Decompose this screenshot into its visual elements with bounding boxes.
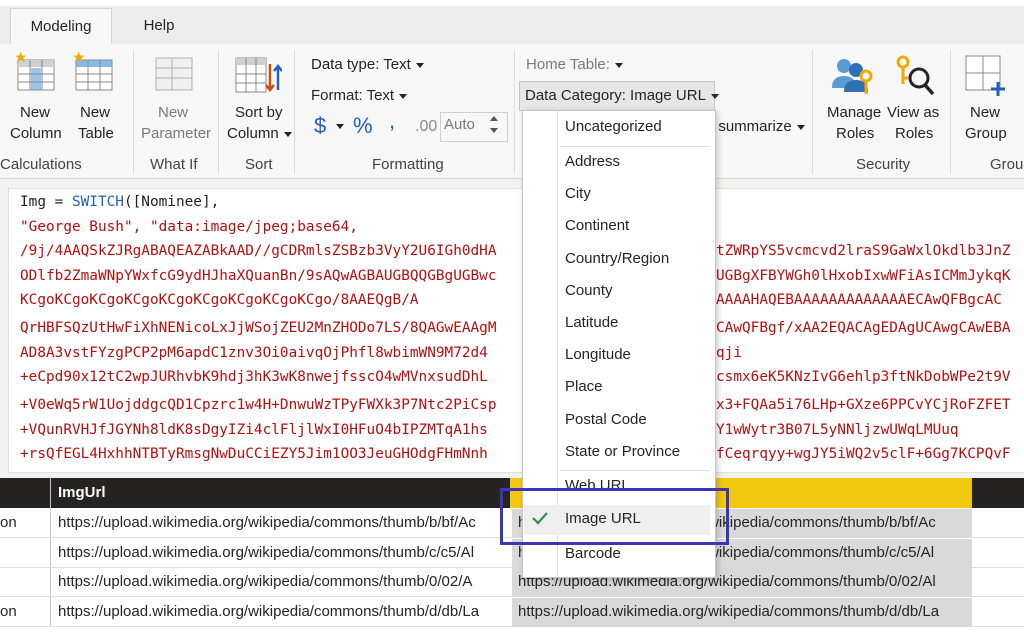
table-cell: on bbox=[0, 514, 17, 531]
view-as-roles-label-2: Roles bbox=[895, 125, 934, 142]
table-cell: https://upload.wikimedia.org/wikipedia/c… bbox=[58, 544, 475, 561]
menu-item-postal-code[interactable]: Postal Code bbox=[565, 411, 647, 428]
view-as-roles-icon[interactable] bbox=[893, 54, 937, 103]
menu-item-continent[interactable]: Continent bbox=[565, 217, 629, 234]
new-table-label-2: Table bbox=[78, 125, 114, 142]
menu-item-state-or-province[interactable]: State or Province bbox=[565, 443, 680, 460]
ribbon-separator bbox=[294, 50, 295, 174]
formula-line-right: fCeqrqyy+wgJY5iWQ2v5clF+6Gg7KCPQvF bbox=[716, 446, 1011, 462]
group-formatting: Formatting bbox=[372, 156, 444, 173]
group-calculations: Calculations bbox=[0, 156, 82, 173]
menu-item-place[interactable]: Place bbox=[565, 378, 603, 395]
data-category-label: Data Category: Image URL bbox=[525, 87, 719, 104]
ribbon-separator bbox=[218, 50, 219, 174]
data-type-dropdown[interactable]: Data type: Text bbox=[311, 56, 424, 73]
new-table-label-1: New bbox=[80, 104, 111, 121]
formula-line: +VQunRVHJfJGYNh8ldK8sDgyIZi4clFljlWxI0HF… bbox=[20, 422, 488, 438]
formula-line-right: UGBgXFBYWGh0lHxobIxwWFiAsICMmJykqK bbox=[716, 268, 1011, 284]
menu-separator bbox=[560, 470, 710, 471]
new-group-icon[interactable] bbox=[964, 54, 1008, 103]
new-column-icon[interactable] bbox=[14, 50, 58, 99]
highlight-annotation-box bbox=[500, 488, 729, 545]
group-sort: Sort bbox=[245, 156, 273, 173]
new-parameter-label-1: New bbox=[158, 104, 189, 121]
table-cell: https://upload.wikimedia.org/wikipedia/c… bbox=[518, 603, 940, 620]
sort-by-column-label-2[interactable]: Column bbox=[227, 125, 292, 142]
formula-line: KCgoKCgoKCgoKCgoKCgoKCgoKCgoKCgoKCgo/8AA… bbox=[20, 292, 419, 308]
group-what-if: What If bbox=[150, 156, 198, 173]
menu-item-longitude[interactable]: Longitude bbox=[565, 346, 631, 363]
new-group-label-2: Group bbox=[965, 125, 1007, 142]
menu-item-country-region[interactable]: Country/Region bbox=[565, 250, 669, 267]
ribbon-separator bbox=[950, 50, 951, 174]
formula-line: QrHBFSQzUtHwFiXhNENicoLxJjWSojZEU2MnZHOD… bbox=[20, 320, 497, 336]
new-column-label-1: New bbox=[20, 104, 51, 121]
table-cell: https://upload.wikimedia.org/wikipedia/c… bbox=[58, 603, 480, 620]
tab-help[interactable]: Help bbox=[130, 8, 188, 44]
menu-separator bbox=[560, 146, 710, 147]
menu-item-barcode[interactable]: Barcode bbox=[565, 545, 621, 562]
new-table-icon[interactable] bbox=[72, 50, 116, 99]
group-security: Security bbox=[856, 156, 911, 173]
menu-item-latitude[interactable]: Latitude bbox=[565, 314, 618, 331]
formula-line-right: Y1wWytr3B07L5yNNljzwUWqLMUuq bbox=[716, 422, 959, 438]
new-group-label-1: New bbox=[970, 104, 1001, 121]
currency-chevron-down-icon[interactable] bbox=[336, 124, 344, 129]
formula-function: SWITCH bbox=[71, 194, 124, 210]
new-parameter-icon bbox=[152, 50, 196, 99]
menu-item-address[interactable]: Address bbox=[565, 153, 620, 170]
formula-line-right: CAwQFBgf/xAA2EQACAgEDAgUCAwgCAwEBA bbox=[716, 320, 1011, 336]
table-cell: https://upload.wikimedia.org/wikipedia/c… bbox=[58, 514, 476, 531]
ribbon-separator bbox=[133, 50, 134, 174]
comma-format-button[interactable]: , bbox=[389, 108, 395, 134]
formula-line-1: Img = SWITCH([Nominee], bbox=[20, 192, 219, 212]
formula-args: ([Nominee], bbox=[123, 194, 220, 210]
formula-measure-name: Img = bbox=[20, 194, 72, 210]
formula-line: +rsQfEGL4HxhhNTBTyRmsgNwDuCCiEZY5Jim1OO3… bbox=[20, 446, 488, 462]
sort-by-column-icon[interactable] bbox=[234, 54, 283, 103]
menu-item-uncategorized[interactable]: Uncategorized bbox=[565, 118, 662, 135]
decimal-auto-value: Auto bbox=[444, 116, 475, 133]
table-row-partial bbox=[0, 627, 1024, 638]
group-groups: Grou bbox=[990, 156, 1024, 173]
formula-line: +eCpd90x12tC2wpJURhvbK9hdj3hK3wK8nwejfss… bbox=[20, 369, 488, 385]
formula-line-right: csmx6eK5KNzIvG6ehlp3ftNkDobWPe2t9V bbox=[716, 369, 1011, 385]
home-table-dropdown: Home Table: bbox=[526, 56, 623, 73]
tab-modeling[interactable]: Modeling bbox=[10, 8, 112, 45]
formula-line: +V0eWq5rW1UojddgcQD1Cpzrc1w4H+DnwuWzTPyF… bbox=[20, 397, 497, 413]
title-bar-sliver bbox=[0, 0, 1024, 6]
formula-line: /9j/4AAQSkZJRgABAQEAZABkAAD//gCDRmlsZSBz… bbox=[20, 243, 497, 259]
percent-format-button[interactable]: % bbox=[353, 113, 373, 139]
formula-line-2: "George Bush", "data:image/jpeg;base64, bbox=[20, 219, 358, 235]
formula-line-right: AAAAHAQEBAAAAAAAAAAAAAECAwQFBgcAC bbox=[716, 292, 1002, 308]
ribbon-separator bbox=[514, 50, 515, 174]
manage-roles-icon[interactable] bbox=[830, 54, 876, 103]
new-column-label-2: Column bbox=[10, 125, 62, 142]
formula-line: ODlfb2ZmaWNpYWxfcG9ydHJhaXQuanBn/9sAQwAG… bbox=[20, 268, 497, 284]
format-dropdown[interactable]: Format: Text bbox=[311, 87, 407, 104]
spin-down-icon[interactable] bbox=[490, 128, 498, 133]
table-cell: on bbox=[0, 603, 17, 620]
decimal-places-button[interactable]: .00 bbox=[415, 118, 437, 136]
table-cell: https://upload.wikimedia.org/wikipedia/c… bbox=[58, 573, 473, 590]
currency-format-button[interactable]: $ bbox=[314, 113, 326, 139]
menu-item-county[interactable]: County bbox=[565, 282, 613, 299]
view-as-roles-label-1: View as bbox=[887, 104, 940, 121]
formula-line-right: x3+FQAa5i76LHp+GXze6PPCvYCjRoFZFET bbox=[716, 397, 1011, 413]
ribbon-separator bbox=[812, 50, 813, 174]
spin-up-icon[interactable] bbox=[490, 116, 498, 121]
formula-line-right: tZWRpYS5vcmcvd2lraS9GaWxlOkdlb3JnZ bbox=[716, 243, 1011, 259]
manage-roles-label-1: Manage bbox=[827, 104, 882, 121]
formula-line-right: qji bbox=[716, 345, 742, 361]
new-parameter-label-2: Parameter bbox=[141, 125, 212, 142]
column-header-imgurl[interactable]: ImgUrl bbox=[58, 478, 106, 508]
formula-line: AD8A3vstFYzgPCP2pM6apdC1znv3Oi0aivqOjPhf… bbox=[20, 345, 488, 361]
manage-roles-label-2: Roles bbox=[836, 125, 875, 142]
menu-item-city[interactable]: City bbox=[565, 185, 591, 202]
summarize-dropdown[interactable]: t summarize bbox=[710, 118, 805, 135]
sort-by-column-label-1: Sort by bbox=[235, 104, 283, 121]
